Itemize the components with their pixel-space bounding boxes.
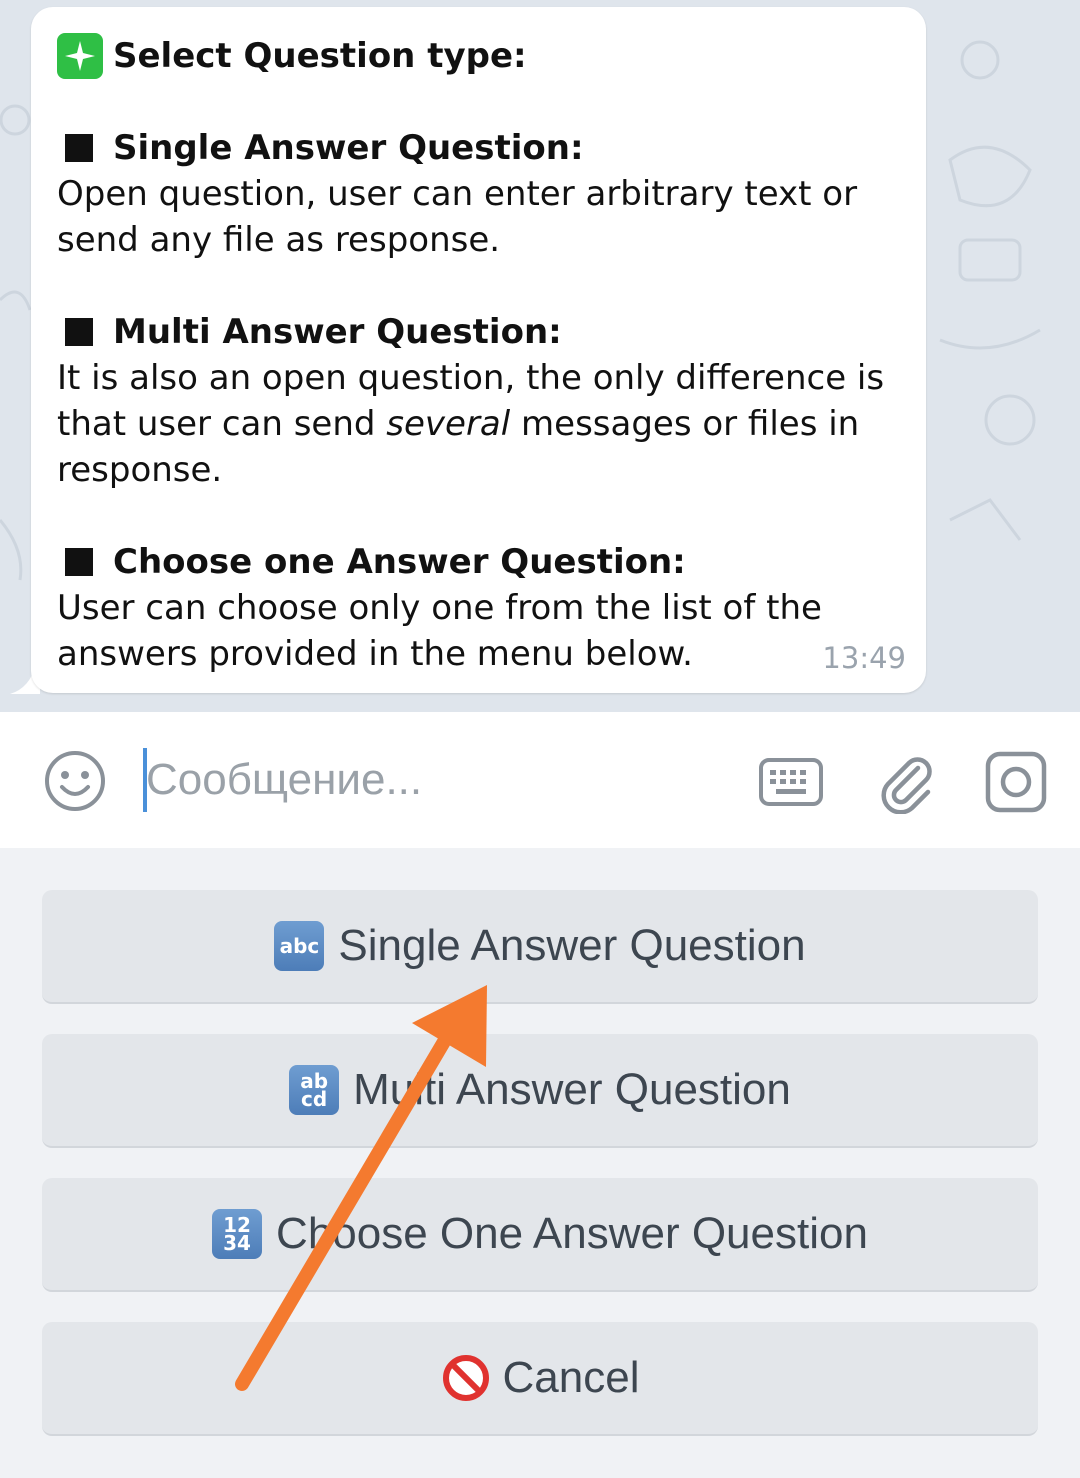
section-text-line: User can choose only one from the list o… [57, 588, 822, 628]
black-square-icon [65, 548, 93, 576]
section-heading-single: Single Answer Question: [57, 125, 900, 171]
message-timestamp: 13:49 [822, 641, 906, 675]
emphasis-text: several [386, 404, 511, 444]
black-square-icon [65, 318, 93, 346]
section-text-line: response. [57, 450, 223, 490]
smile-icon[interactable] [42, 748, 108, 814]
abcd-icon: ab cd [289, 1065, 340, 1115]
section-text-line: that user can send several messages or f… [57, 401, 900, 447]
choose-one-answer-button[interactable]: 12 34 Choose One Answer Question [42, 1178, 1038, 1292]
message-input-bar [0, 712, 1080, 848]
multi-answer-button[interactable]: ab cd Multi Answer Question [42, 1034, 1038, 1148]
section-text-line: send any file as response. [57, 220, 501, 260]
message-title: Select Question type: [113, 36, 527, 76]
section-text-line: answers provided in the menu below. [57, 634, 693, 674]
section-heading-multi: Multi Answer Question: [57, 309, 900, 355]
bot-reply-keyboard: abc Single Answer Question ab cd Multi An… [0, 848, 1080, 1478]
cancel-button[interactable]: Cancel [42, 1322, 1038, 1436]
message-input[interactable] [146, 748, 706, 812]
button-label: Multi Answer Question [353, 1065, 791, 1114]
camera-icon[interactable] [982, 748, 1050, 816]
no-entry-icon [441, 1353, 491, 1403]
button-label: Single Answer Question [338, 921, 806, 970]
message-title-line: Select Question type: [57, 33, 900, 79]
bot-message-bubble: Select Question type: Single Answer Ques… [31, 7, 926, 693]
paperclip-icon[interactable] [872, 748, 940, 816]
single-answer-button[interactable]: abc Single Answer Question [42, 890, 1038, 1004]
abc-icon: abc [274, 921, 325, 971]
section-heading-text: Single Answer Question: [113, 128, 584, 168]
keyboard-icon[interactable] [756, 752, 826, 812]
sparkle-icon [57, 33, 103, 79]
section-heading-choose: Choose one Answer Question: [57, 539, 900, 585]
numbers-icon: 12 34 [212, 1209, 263, 1259]
text-fragment: that user can send [57, 404, 387, 444]
button-label: Cancel [502, 1353, 640, 1402]
button-label: Choose One Answer Question [276, 1209, 868, 1258]
chat-area: Select Question type: Single Answer Ques… [0, 0, 1080, 712]
text-fragment: messages or files in [510, 404, 860, 444]
section-text-line: It is also an open question, the only di… [57, 358, 885, 398]
section-heading-text: Choose one Answer Question: [113, 542, 686, 582]
section-heading-text: Multi Answer Question: [113, 312, 562, 352]
black-square-icon [65, 134, 93, 162]
section-text-line: Open question, user can enter arbitrary … [57, 174, 858, 214]
